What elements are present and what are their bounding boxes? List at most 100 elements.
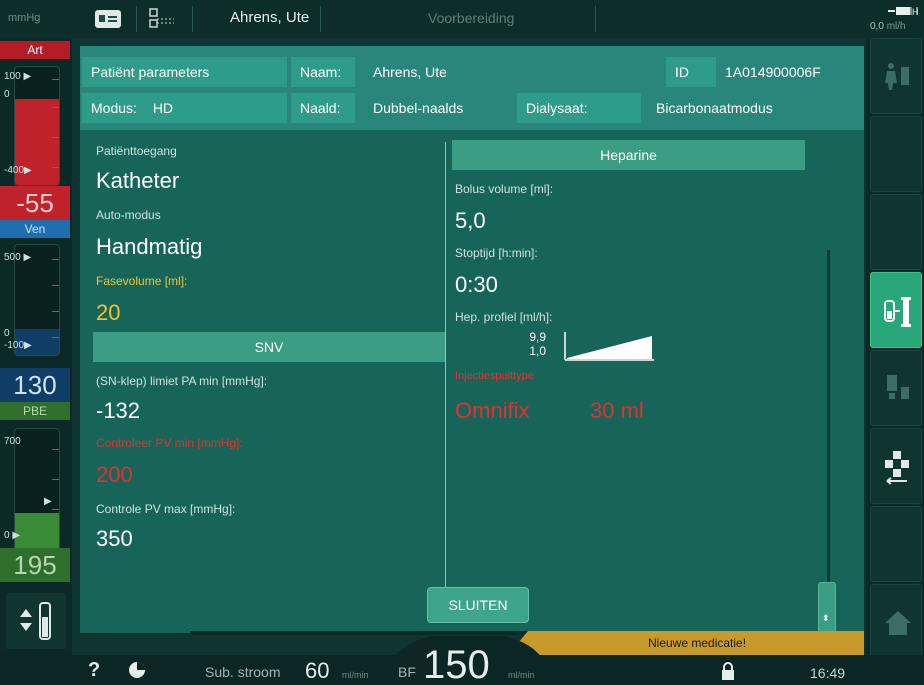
controle-pv-max-label: Controle PV max [mmHg]: (96, 502, 236, 516)
top-status-bar: mmHg Ahrens, Ute Voorbereiding H 0,0 ml/… (0, 0, 924, 38)
pbe-label: PBE (0, 402, 70, 420)
separator (595, 6, 596, 32)
scroll-arrows-icon: ⬍ (822, 613, 830, 623)
timer-icon[interactable] (128, 661, 146, 679)
network-icon[interactable] (148, 7, 176, 31)
naald-label: Naald: (291, 93, 355, 123)
pressure-unit-label: mmHg (8, 12, 41, 24)
pbe-scale-zero: 0 (4, 530, 10, 541)
ven-scale-bottom: -100 (4, 340, 25, 351)
controleer-pv-min-value[interactable]: 200 (96, 462, 133, 488)
art-scale-top: 100 (4, 71, 21, 82)
syringe-icon (884, 297, 911, 327)
separator (320, 6, 321, 32)
up-down-arrows-icon (20, 602, 51, 640)
modus-label: Modus: (91, 100, 137, 116)
separator (192, 6, 193, 32)
home-icon (885, 611, 911, 635)
alert-bar[interactable]: Nieuwe medicatie! (518, 631, 864, 655)
injectiespuittype-label: Injectiespuittype (455, 370, 534, 382)
hep-profiel-label: Hep. profiel [ml/h]: (455, 310, 553, 324)
patient-params-title: Patiënt parameters (82, 57, 287, 87)
ven-value: 130 (0, 368, 70, 402)
empty-slot (870, 506, 922, 582)
fasevolume-value[interactable]: 20 (96, 300, 120, 326)
uf-value: 0,0 (870, 21, 884, 32)
heparin-profile-graph[interactable] (564, 332, 654, 362)
sub-flow-value[interactable]: 60 (305, 658, 329, 684)
ven-scale-zero: 0 (4, 328, 10, 339)
profiel-high-value: 9,9 (529, 330, 546, 344)
id-label: ID (666, 57, 716, 87)
empty-slot (870, 116, 922, 192)
stoptijd-value[interactable]: 0:30 (455, 272, 498, 298)
pbe-value: 195 (0, 548, 70, 582)
pbe-scale-top: 700 (4, 436, 21, 447)
art-scale-zero: 0 (4, 89, 10, 100)
dialysaat-value: Bicarbonaatmodus (656, 100, 773, 116)
pressure-column: Art 100 ▶ 0 -400▶ -55 Ven 500 ▶ 0 -100▶ … (0, 38, 72, 685)
alert-message: Nieuwe medicatie! (648, 636, 747, 650)
bf-value[interactable]: 150 (423, 643, 490, 685)
sub-flow-label: Sub. stroom (205, 664, 281, 680)
bf-label: BF (398, 664, 416, 680)
limiet-pa-value[interactable]: -132 (96, 398, 140, 424)
heparine-section-header: Heparine (452, 140, 805, 170)
therapy-phase: Voorbereiding (428, 10, 515, 26)
ven-label: Ven (0, 220, 70, 238)
limiet-pa-label: (SN-klep) limiet PA min [mmHg]: (96, 374, 268, 388)
spuit-type-value[interactable]: Omnifix (455, 398, 530, 424)
separator (136, 6, 137, 32)
settings-blocks-icon (885, 451, 909, 485)
lock-icon[interactable] (720, 661, 736, 681)
art-value: -55 (0, 186, 70, 220)
art-scale-bottom: -400 (4, 165, 25, 176)
naam-label: Naam: (291, 57, 355, 87)
patient-parameters-dialog: Patiënt parameters Naam: Ahrens, Ute ID … (80, 46, 864, 660)
patienttoegang-value[interactable]: Katheter (96, 168, 179, 194)
help-icon[interactable]: ? (88, 659, 100, 682)
patient-connect-icon (885, 63, 909, 90)
naald-value: Dubbel-naalds (373, 100, 464, 116)
bolus-volume-value[interactable]: 5,0 (455, 208, 486, 234)
clock-time: 16:49 (810, 665, 846, 681)
dialysaat-label: Dialysaat: (517, 93, 641, 123)
stoptijd-label: Stoptijd [h:min]: (455, 246, 538, 260)
patienttoegang-label: Patiënttoegang (96, 144, 177, 158)
dialog-header: Patiënt parameters Naam: Ahrens, Ute ID … (80, 46, 864, 130)
modus-value: HD (152, 100, 174, 116)
patient-connect-button[interactable] (870, 38, 922, 114)
sub-flow-unit: ml/min (342, 670, 369, 680)
panel-divider (445, 142, 446, 622)
home-button[interactable] (870, 584, 922, 660)
uf-rate-indicator[interactable]: H 0,0 ml/h (868, 0, 924, 38)
spuit-size-value[interactable]: 30 ml (590, 398, 644, 424)
close-button[interactable]: SLUITEN (427, 587, 529, 623)
bf-unit: ml/min (508, 670, 535, 680)
uf-unit: ml/h (886, 21, 906, 32)
automodus-value[interactable]: Handmatig (96, 234, 202, 260)
automodus-label: Auto-modus (96, 208, 161, 222)
infusion-icon (887, 375, 909, 399)
naam-value: Ahrens, Ute (373, 64, 447, 80)
setup-button[interactable] (870, 428, 922, 504)
heparin-button[interactable] (870, 272, 922, 348)
snv-section-header: SNV (93, 332, 445, 362)
controle-pv-max-value[interactable]: 350 (96, 526, 133, 552)
patient-card-icon[interactable] (95, 10, 121, 28)
pressure-window-toggle[interactable] (6, 593, 66, 649)
dialog-body: Patiënttoegang Katheter Auto-modus Handm… (80, 130, 864, 660)
empty-slot (870, 194, 922, 270)
id-value: 1A014900006F (725, 64, 821, 80)
ven-scale-top: 500 (4, 252, 21, 263)
patient-name: Ahrens, Ute (230, 9, 310, 26)
right-button-column (866, 38, 924, 685)
pbe-gauge[interactable] (14, 428, 60, 558)
infusion-button[interactable] (870, 350, 922, 426)
dialysis-screen: mmHg Ahrens, Ute Voorbereiding H 0,0 ml/… (0, 0, 924, 685)
battery-icon: H (888, 7, 918, 16)
bolus-volume-label: Bolus volume [ml]: (455, 182, 554, 196)
controleer-pv-min-label: Controleer PV min [mmHg]: (96, 436, 243, 450)
art-label: Art (0, 41, 70, 59)
fasevolume-label: Fasevolume [ml]: (96, 274, 188, 288)
